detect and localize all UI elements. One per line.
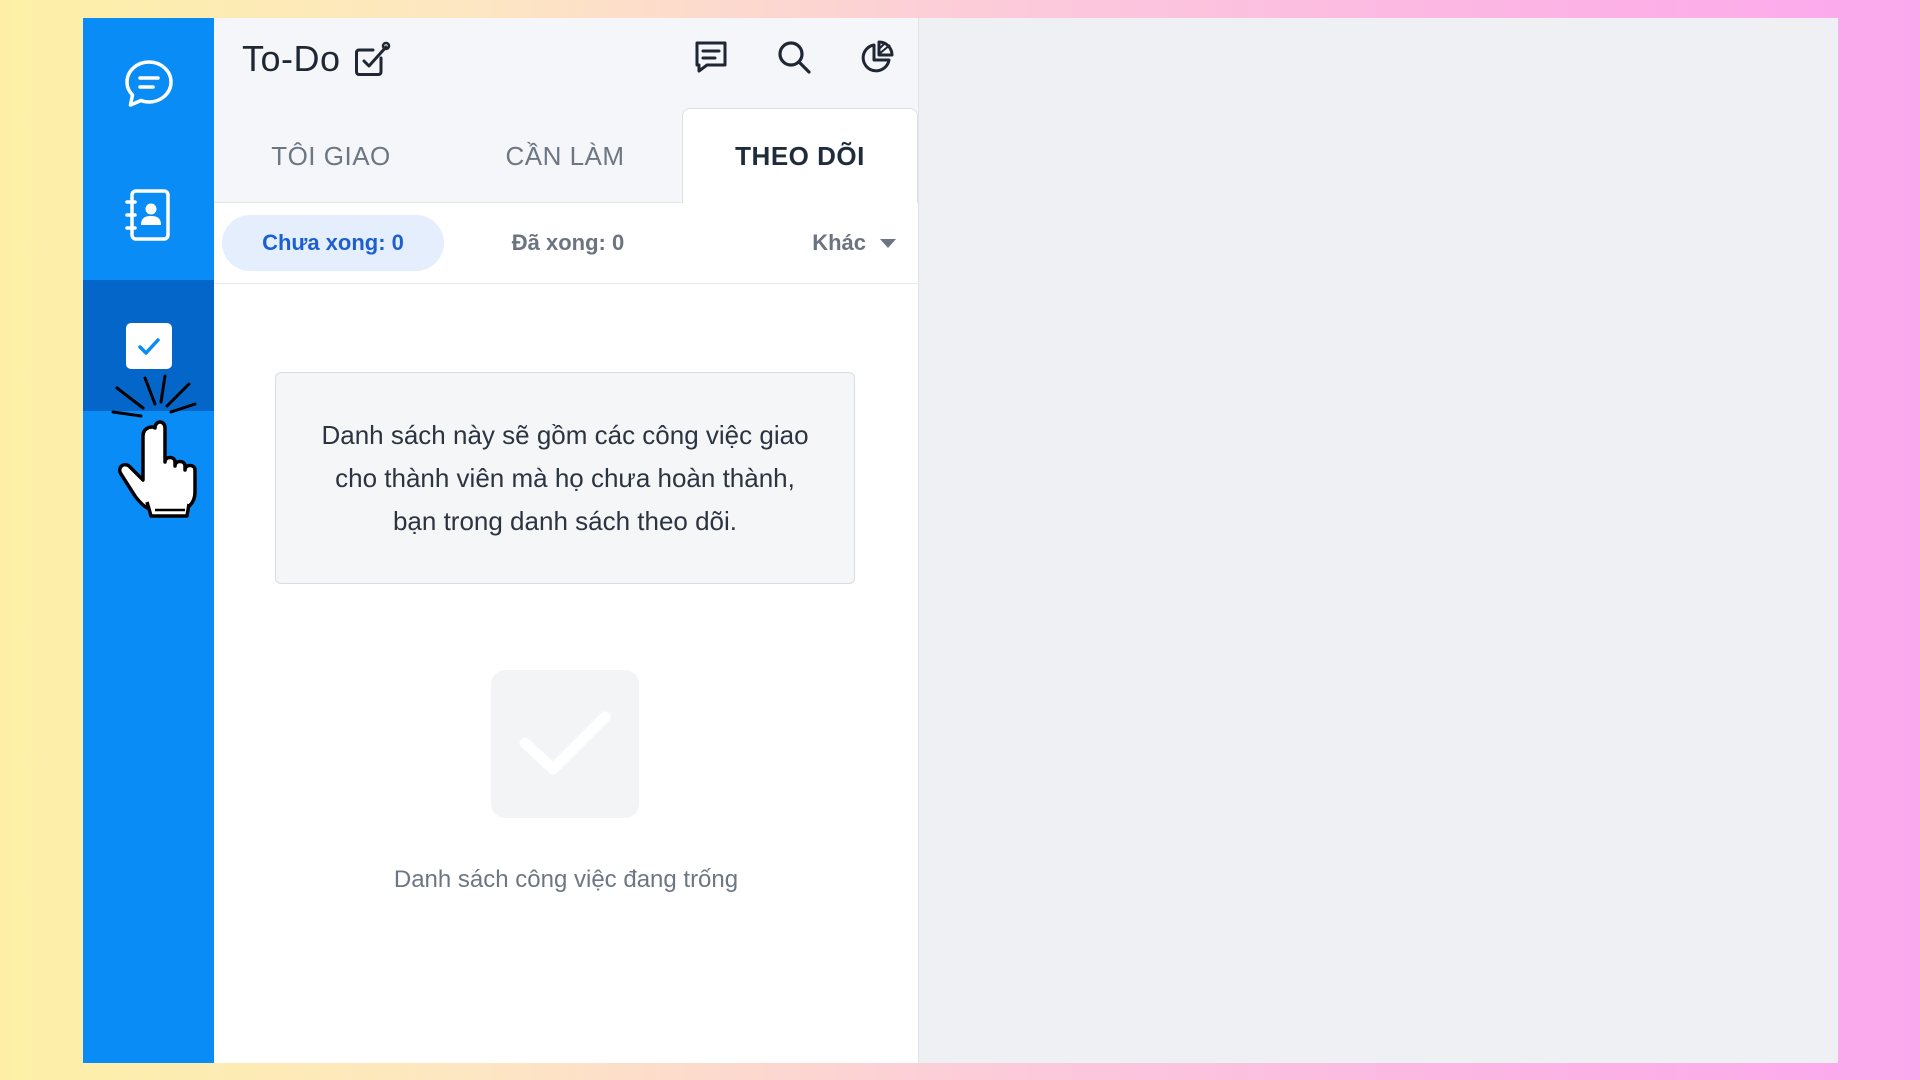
checkmark-icon: [519, 711, 611, 775]
rail-item-messages[interactable]: [83, 18, 214, 149]
filter-bar: Chưa xong: 0 Đã xong: 0 Khác: [214, 203, 918, 284]
tab-toi-giao[interactable]: TÔI GIAO: [214, 110, 448, 202]
filter-pending-button[interactable]: Chưa xong: 0: [222, 215, 444, 271]
rail-item-todo[interactable]: [83, 280, 214, 411]
empty-state-illustration: [491, 670, 639, 818]
search-button[interactable]: [775, 38, 813, 76]
comment-button[interactable]: [692, 38, 730, 76]
todo-panel: To-Do TÔI GIAO CẦN LÀM THEO DÕI Chưa xon…: [214, 18, 919, 1063]
detail-area: [919, 18, 1838, 1063]
info-box: Danh sách này sẽ gồm các công việc giao …: [275, 372, 855, 584]
page-title-group: To-Do: [242, 38, 391, 80]
filter-other-label: Khác: [812, 230, 866, 255]
header-actions: [692, 38, 896, 76]
rail-item-contacts[interactable]: [83, 149, 214, 280]
filter-done-button[interactable]: Đã xong: 0: [468, 230, 668, 256]
search-icon: [778, 41, 811, 74]
comment-icon: [695, 41, 727, 73]
tab-theo-doi[interactable]: THEO DÕI: [682, 108, 918, 203]
chart-icon: [861, 40, 894, 73]
page-title: To-Do: [242, 38, 341, 79]
info-text: Danh sách này sẽ gồm các công việc giao …: [321, 419, 809, 536]
filter-other-dropdown[interactable]: Khác: [812, 203, 896, 283]
report-button[interactable]: [858, 38, 896, 76]
todo-icon: [125, 322, 172, 369]
nav-rail: [83, 18, 214, 1063]
empty-state-text: Danh sách công việc đang trống: [393, 866, 739, 893]
panel-header: To-Do: [214, 18, 918, 110]
tab-bar: TÔI GIAO CẦN LÀM THEO DÕI: [214, 108, 918, 203]
tab-can-lam[interactable]: CẦN LÀM: [448, 110, 682, 202]
caret-down-icon: [880, 238, 896, 248]
chat-icon: [124, 59, 173, 107]
contacts-icon: [124, 188, 170, 241]
todo-app-window: To-Do TÔI GIAO CẦN LÀM THEO DÕI Chưa xon…: [83, 18, 1838, 1063]
edit-square-icon[interactable]: [353, 40, 391, 78]
